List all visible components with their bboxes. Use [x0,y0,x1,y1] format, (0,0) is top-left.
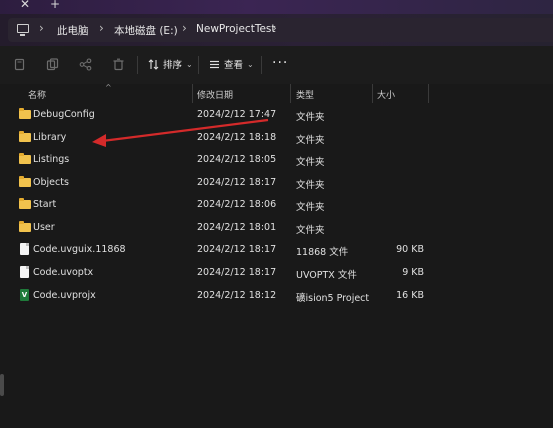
file-icon [20,266,29,278]
list-item[interactable]: Listings 2024/2/12 18:05 文件夹 [14,149,434,171]
column-header-type[interactable]: 类型 [296,88,314,101]
file-name: User [33,222,55,233]
address-field[interactable]: › 此电脑 › 本地磁盘 (E:) › NewProjectTest › [8,18,553,42]
folder-icon [19,153,31,164]
column-resize-handle[interactable] [192,84,193,103]
address-bar: › 此电脑 › 本地磁盘 (E:) › NewProjectTest › [0,14,553,46]
column-resize-handle[interactable] [290,84,291,103]
file-icon [20,243,29,255]
view-button[interactable]: 查看 ⌄ [209,57,254,71]
breadcrumb-drive[interactable]: 本地磁盘 (E:) [114,23,178,38]
file-name: Listings [33,154,70,165]
file-date: 2024/2/12 18:12 [197,290,277,301]
sort-icon [148,58,159,70]
column-header-date[interactable]: 修改日期 [197,88,233,101]
folder-icon [19,108,31,119]
list-item[interactable]: DebugConfig 2024/2/12 17:47 文件夹 [14,104,434,126]
file-date: 2024/2/12 18:17 [197,244,277,255]
list-item[interactable]: Start 2024/2/12 18:06 文件夹 [14,194,434,216]
file-name: Code.uvoptx [33,267,94,278]
column-header-size[interactable]: 大小 [377,88,395,101]
file-date: 2024/2/12 17:47 [197,109,277,120]
chevron-right-icon[interactable]: › [272,21,277,35]
file-type: 文件夹 [296,202,325,213]
file-type: 文件夹 [296,157,325,168]
folder-icon [19,176,31,187]
file-type: UVOPTX 文件 [296,270,357,281]
scrollbar-thumb[interactable] [0,374,4,396]
column-header-name[interactable]: 名称 [28,88,46,101]
more-options-button[interactable]: ··· [272,55,288,71]
sort-button[interactable]: 排序 ⌄ [148,57,193,71]
toolbar-divider [137,56,138,74]
file-name: Objects [33,177,69,188]
chevron-right-icon[interactable]: › [182,21,187,35]
chevron-right-icon[interactable]: › [39,21,44,35]
chevron-down-icon: ⌄ [186,59,193,69]
copy-icon[interactable] [46,58,59,71]
file-type: 11868 文件 [296,247,349,258]
file-size: 9 KB [402,267,424,278]
list-item[interactable]: Code.uvguix.11868 2024/2/12 18:17 11868 … [14,239,434,261]
file-name: Code.uvprojx [33,290,96,301]
file-date: 2024/2/12 18:05 [197,154,277,165]
chevron-right-icon[interactable]: › [99,21,104,35]
new-tab-button[interactable]: + [50,0,60,11]
list-item[interactable]: V Code.uvprojx 2024/2/12 18:12 礦ision5 P… [14,285,434,307]
list-item[interactable]: Code.uvoptx 2024/2/12 18:17 UVOPTX 文件 9 … [14,262,434,284]
column-resize-handle[interactable] [372,84,373,103]
file-type: 文件夹 [296,112,325,123]
file-size: 90 KB [396,244,424,255]
file-date: 2024/2/12 18:01 [197,222,277,233]
file-date: 2024/2/12 18:17 [197,267,277,278]
toolbar-divider [261,56,262,74]
folder-icon [19,198,31,209]
view-list-icon [210,60,219,68]
column-header-row: ^ 名称 修改日期 类型 大小 [0,83,553,104]
sort-label: 排序 [163,60,183,71]
chevron-down-icon: ⌄ [247,59,254,69]
file-name: DebugConfig [33,109,95,120]
title-bar: ✕ + [0,0,553,14]
cut-icon[interactable] [13,58,26,71]
delete-icon[interactable] [112,58,125,71]
file-name: Code.uvguix.11868 [33,244,126,255]
list-item[interactable]: User 2024/2/12 18:01 文件夹 [14,217,434,239]
share-icon[interactable] [79,58,92,71]
file-name: Library [33,132,67,143]
list-item[interactable]: Library 2024/2/12 18:18 文件夹 [14,127,434,149]
file-type: 文件夹 [296,180,325,191]
file-name: Start [33,199,57,210]
file-date: 2024/2/12 18:18 [197,132,277,143]
file-size: 16 KB [396,290,424,301]
close-tab-button[interactable]: ✕ [20,0,30,11]
file-type: 文件夹 [296,135,325,146]
folder-icon [19,221,31,232]
file-date: 2024/2/12 18:06 [197,199,277,210]
computer-icon[interactable] [17,24,29,36]
breadcrumb-this-pc[interactable]: 此电脑 [57,23,89,38]
file-date: 2024/2/12 18:17 [197,177,277,188]
file-type: 文件夹 [296,225,325,236]
folder-icon [19,131,31,142]
list-item[interactable]: Objects 2024/2/12 18:17 文件夹 [14,172,434,194]
column-resize-handle[interactable] [428,84,429,103]
breadcrumb-folder[interactable]: NewProjectTest [196,23,276,35]
toolbar-divider [198,56,199,74]
sort-ascending-icon: ^ [105,83,112,92]
command-bar: 排序 ⌄ 查看 ⌄ ··· [0,46,553,84]
keil-project-icon: V [20,289,29,301]
view-label: 查看 [224,60,244,71]
